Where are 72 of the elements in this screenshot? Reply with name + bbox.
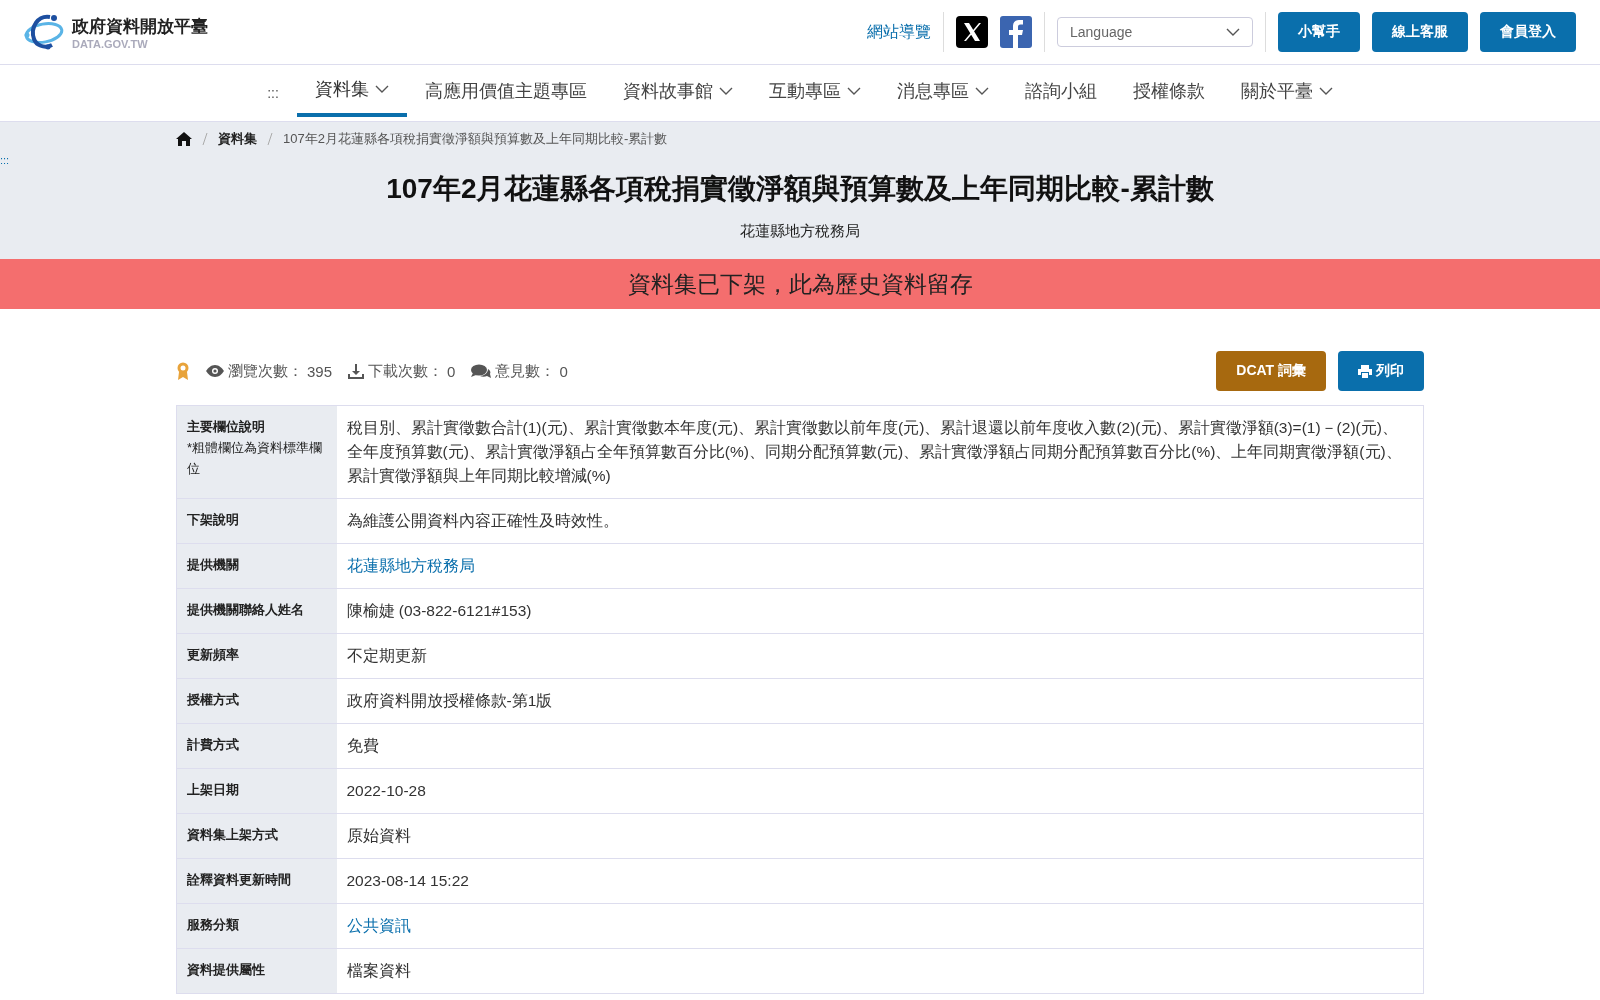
eye-icon	[206, 365, 224, 377]
nav-item[interactable]: 諮詢小組	[1006, 65, 1115, 121]
chevron-down-icon	[846, 87, 861, 95]
field-label: 資料提供屬性	[176, 948, 337, 994]
printer-icon	[1358, 364, 1372, 378]
field-link[interactable]: 公共資訊	[346, 917, 411, 935]
nav-item[interactable]: 關於平臺	[1222, 65, 1351, 121]
sitemap-link[interactable]: 網站導覽	[867, 21, 931, 43]
archived-banner: 資料集已下架，此為歷史資料留存	[0, 259, 1600, 309]
nav-item[interactable]: 授權條款	[1114, 65, 1223, 121]
field-label: 提供機關聯絡人姓名	[176, 588, 337, 634]
breadcrumb-link[interactable]: 資料集	[218, 130, 257, 148]
home-icon[interactable]	[176, 132, 192, 146]
chevron-down-icon	[1318, 87, 1333, 95]
field-value: 免費	[336, 723, 1424, 769]
field-label: 計費方式	[176, 723, 337, 769]
field-label: 詮釋資料更新時間	[176, 858, 337, 904]
stat-label: 意見數：	[495, 361, 556, 381]
field-label: 資料集上架方式	[176, 813, 337, 859]
nav-item[interactable]: 消息專區	[878, 65, 1007, 121]
stat-label: 下載次數：	[368, 361, 444, 381]
field-value: 陳榆婕 (03-822-6121#153)	[336, 588, 1424, 634]
field-label: 下架說明	[176, 498, 337, 544]
field-link[interactable]: 花蓮縣地方稅務局	[346, 557, 475, 575]
facebook-icon[interactable]	[1000, 16, 1032, 48]
nav-item[interactable]: 資料集	[296, 65, 407, 117]
chevron-down-icon	[374, 85, 389, 93]
field-label: 服務分類	[176, 903, 337, 949]
skip-link[interactable]: :::	[0, 154, 10, 166]
field-value: 不定期更新	[336, 633, 1424, 679]
field-value: 政府資料開放授權條款-第1版	[336, 678, 1424, 724]
field-value: 檔案資料	[336, 948, 1424, 994]
agency-name: 花蓮縣地方稅務局	[739, 222, 861, 241]
logo-subtitle: DATA.GOV.TW	[72, 37, 149, 50]
download-icon	[348, 363, 365, 379]
language-select[interactable]: Language	[1057, 17, 1253, 47]
field-label: 上架日期	[176, 768, 337, 814]
field-value: 稅目別、累計實徵數合計(1)(元)、累計實徵數本年度(元)、累計實徵數以前年度(元)、累計退還以前年度收入數(2)(元)、累計實徵淨額(3)=(1)－(2)(元)、全年度預算數(元)、累計實徵淨額占全年預算數百分比(%)、同期分配預算數(元)、累計實徵淨額占同期分配預算數百分比(%)、上年同期實徵淨額(元)、累計實徵淨額與上年同期比較增減(%)	[336, 405, 1424, 499]
header-button[interactable]: 線上客服	[1372, 12, 1468, 52]
stat-value: 0	[559, 362, 568, 380]
field-label: 主要欄位說明 *粗體欄位為資料標準欄位	[176, 405, 337, 499]
header-button[interactable]: 小幫手	[1278, 12, 1360, 52]
breadcrumb-current: 107年2月花蓮縣各項稅捐實徵淨額與預算數及上年同期比較-累計數	[283, 130, 668, 148]
x-icon[interactable]	[956, 16, 988, 48]
chevron-down-icon	[718, 87, 733, 95]
breadcrumb-separator	[202, 133, 208, 145]
header-button[interactable]: 會員登入	[1480, 12, 1576, 52]
logo-icon	[24, 13, 64, 51]
stat-label: 瀏覽次數：	[228, 361, 303, 381]
chevron-down-icon	[1226, 28, 1240, 36]
nav-item[interactable]: 互動專區	[750, 65, 879, 121]
page-title: 107年2月花蓮縣各項稅捐實徵淨額與預算數及上年同期比較-累計數	[385, 172, 1215, 206]
dcat-button[interactable]: DCAT 詞彙	[1216, 351, 1326, 391]
stat-value: 395	[307, 362, 333, 380]
badge-icon	[176, 362, 190, 380]
field-value: 原始資料	[336, 813, 1424, 859]
comments-icon	[471, 363, 492, 379]
stat-value: 0	[447, 362, 456, 380]
print-button[interactable]: 列印	[1338, 351, 1424, 391]
nav-item[interactable]: 高應用價值主題專區	[406, 65, 605, 121]
field-label: 授權方式	[176, 678, 337, 724]
chevron-down-icon	[974, 87, 989, 95]
field-note: *粗體欄位為資料標準欄位	[187, 439, 324, 478]
menu-glyph[interactable]: :::	[249, 65, 297, 121]
field-label: 提供機關	[176, 543, 337, 589]
nav-item[interactable]: 資料故事館	[604, 65, 751, 121]
logo-title: 政府資料開放平臺	[72, 15, 208, 38]
field-value: 為維護公開資料內容正確性及時效性。	[336, 498, 1424, 544]
field-value: 2022-10-28	[336, 768, 1424, 814]
field-value: 2023-08-14 15:22	[336, 858, 1424, 904]
breadcrumb-separator	[267, 133, 273, 145]
field-label: 更新頻率	[176, 633, 337, 679]
